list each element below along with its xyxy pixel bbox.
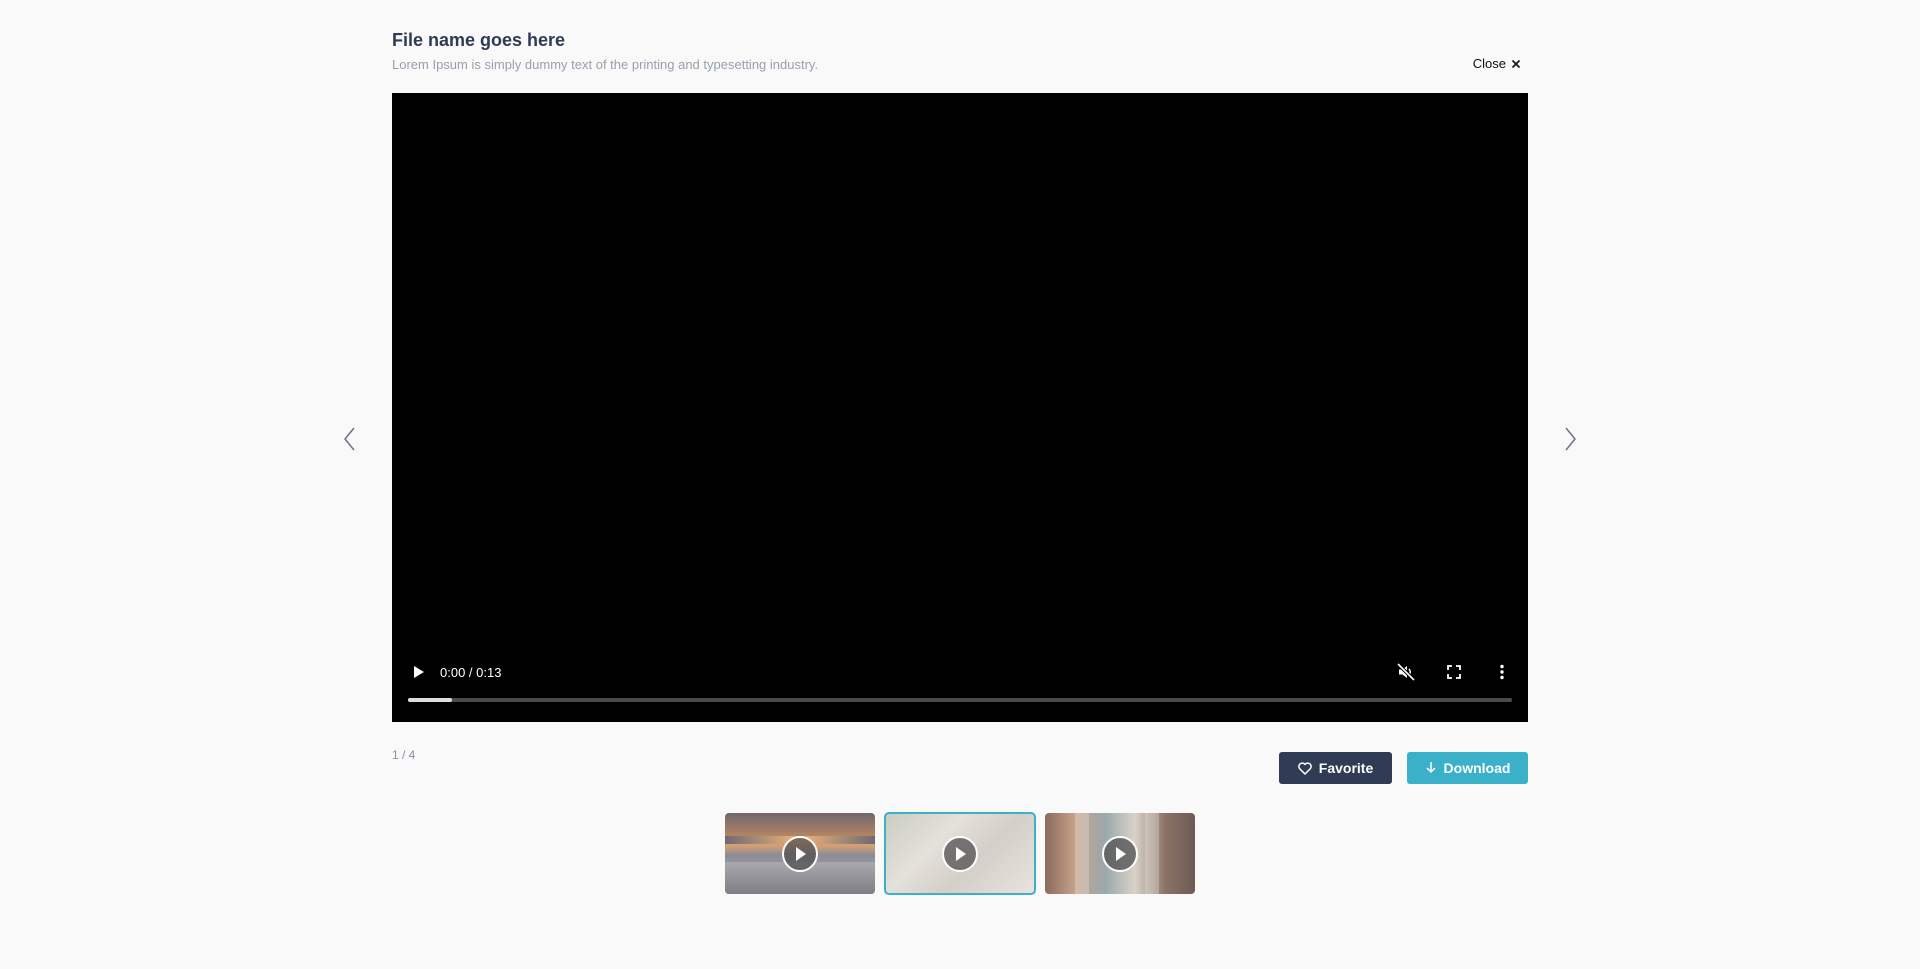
thumbnail-1[interactable] xyxy=(725,813,875,894)
media-viewer: File name goes here Lorem Ipsum is simpl… xyxy=(0,0,1920,969)
download-button[interactable]: Download xyxy=(1407,752,1528,784)
video-player[interactable]: 0:00 / 0:13 xyxy=(392,93,1528,722)
video-time: 0:00 / 0:13 xyxy=(440,665,502,680)
video-progress-bar[interactable] xyxy=(408,698,1512,702)
favorite-label: Favorite xyxy=(1318,760,1374,776)
download-icon xyxy=(1425,761,1437,775)
previous-arrow-icon[interactable] xyxy=(340,425,360,453)
heart-icon xyxy=(1297,761,1312,775)
close-label: Close xyxy=(1472,56,1506,71)
play-icon xyxy=(782,835,818,872)
viewer-header: File name goes here Lorem Ipsum is simpl… xyxy=(392,28,1528,78)
thumbnail-2[interactable] xyxy=(884,812,1036,895)
next-arrow-icon[interactable] xyxy=(1560,425,1580,453)
close-button[interactable]: Close xyxy=(1473,56,1522,71)
play-icon[interactable] xyxy=(408,662,428,682)
thumbnail-image xyxy=(1075,813,1089,894)
muted-volume-icon[interactable] xyxy=(1396,662,1416,682)
item-counter: 1 / 4 xyxy=(392,748,416,762)
file-title: File name goes here xyxy=(392,30,566,50)
more-options-icon[interactable] xyxy=(1492,662,1512,682)
play-icon xyxy=(1102,835,1138,872)
file-description: Lorem Ipsum is simply dummy text of the … xyxy=(392,57,819,72)
download-label: Download xyxy=(1443,760,1511,776)
favorite-button[interactable]: Favorite xyxy=(1279,752,1392,784)
close-icon xyxy=(1510,58,1522,70)
fullscreen-icon[interactable] xyxy=(1444,662,1464,682)
thumbnail-image xyxy=(1145,813,1159,894)
thumbnail-3[interactable] xyxy=(1045,813,1195,894)
video-controls: 0:00 / 0:13 xyxy=(392,652,1528,722)
video-progress-fill xyxy=(408,698,453,702)
play-icon xyxy=(942,835,978,872)
